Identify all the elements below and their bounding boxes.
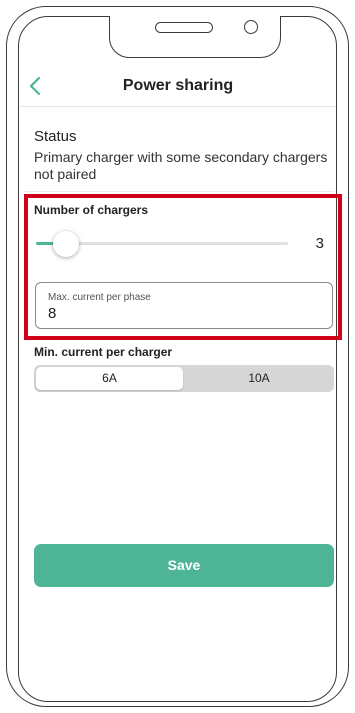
min-current-segmented-control: 6A 10A bbox=[34, 365, 334, 392]
page-title: Power sharing bbox=[122, 77, 234, 94]
phone-screen bbox=[18, 16, 337, 702]
min-current-label: Min. current per charger bbox=[34, 345, 173, 359]
segment-6a[interactable]: 6A bbox=[36, 367, 183, 390]
header: Power sharing bbox=[20, 68, 336, 104]
highlight-box bbox=[24, 194, 342, 340]
segment-10a[interactable]: 10A bbox=[184, 365, 334, 392]
save-button[interactable]: Save bbox=[34, 544, 334, 587]
camera-icon bbox=[244, 20, 258, 34]
header-divider bbox=[20, 106, 336, 107]
speaker-icon bbox=[155, 22, 213, 33]
status-title: Status bbox=[34, 128, 77, 145]
section-divider bbox=[24, 191, 334, 192]
status-text: Primary charger with some secondary char… bbox=[34, 149, 328, 182]
